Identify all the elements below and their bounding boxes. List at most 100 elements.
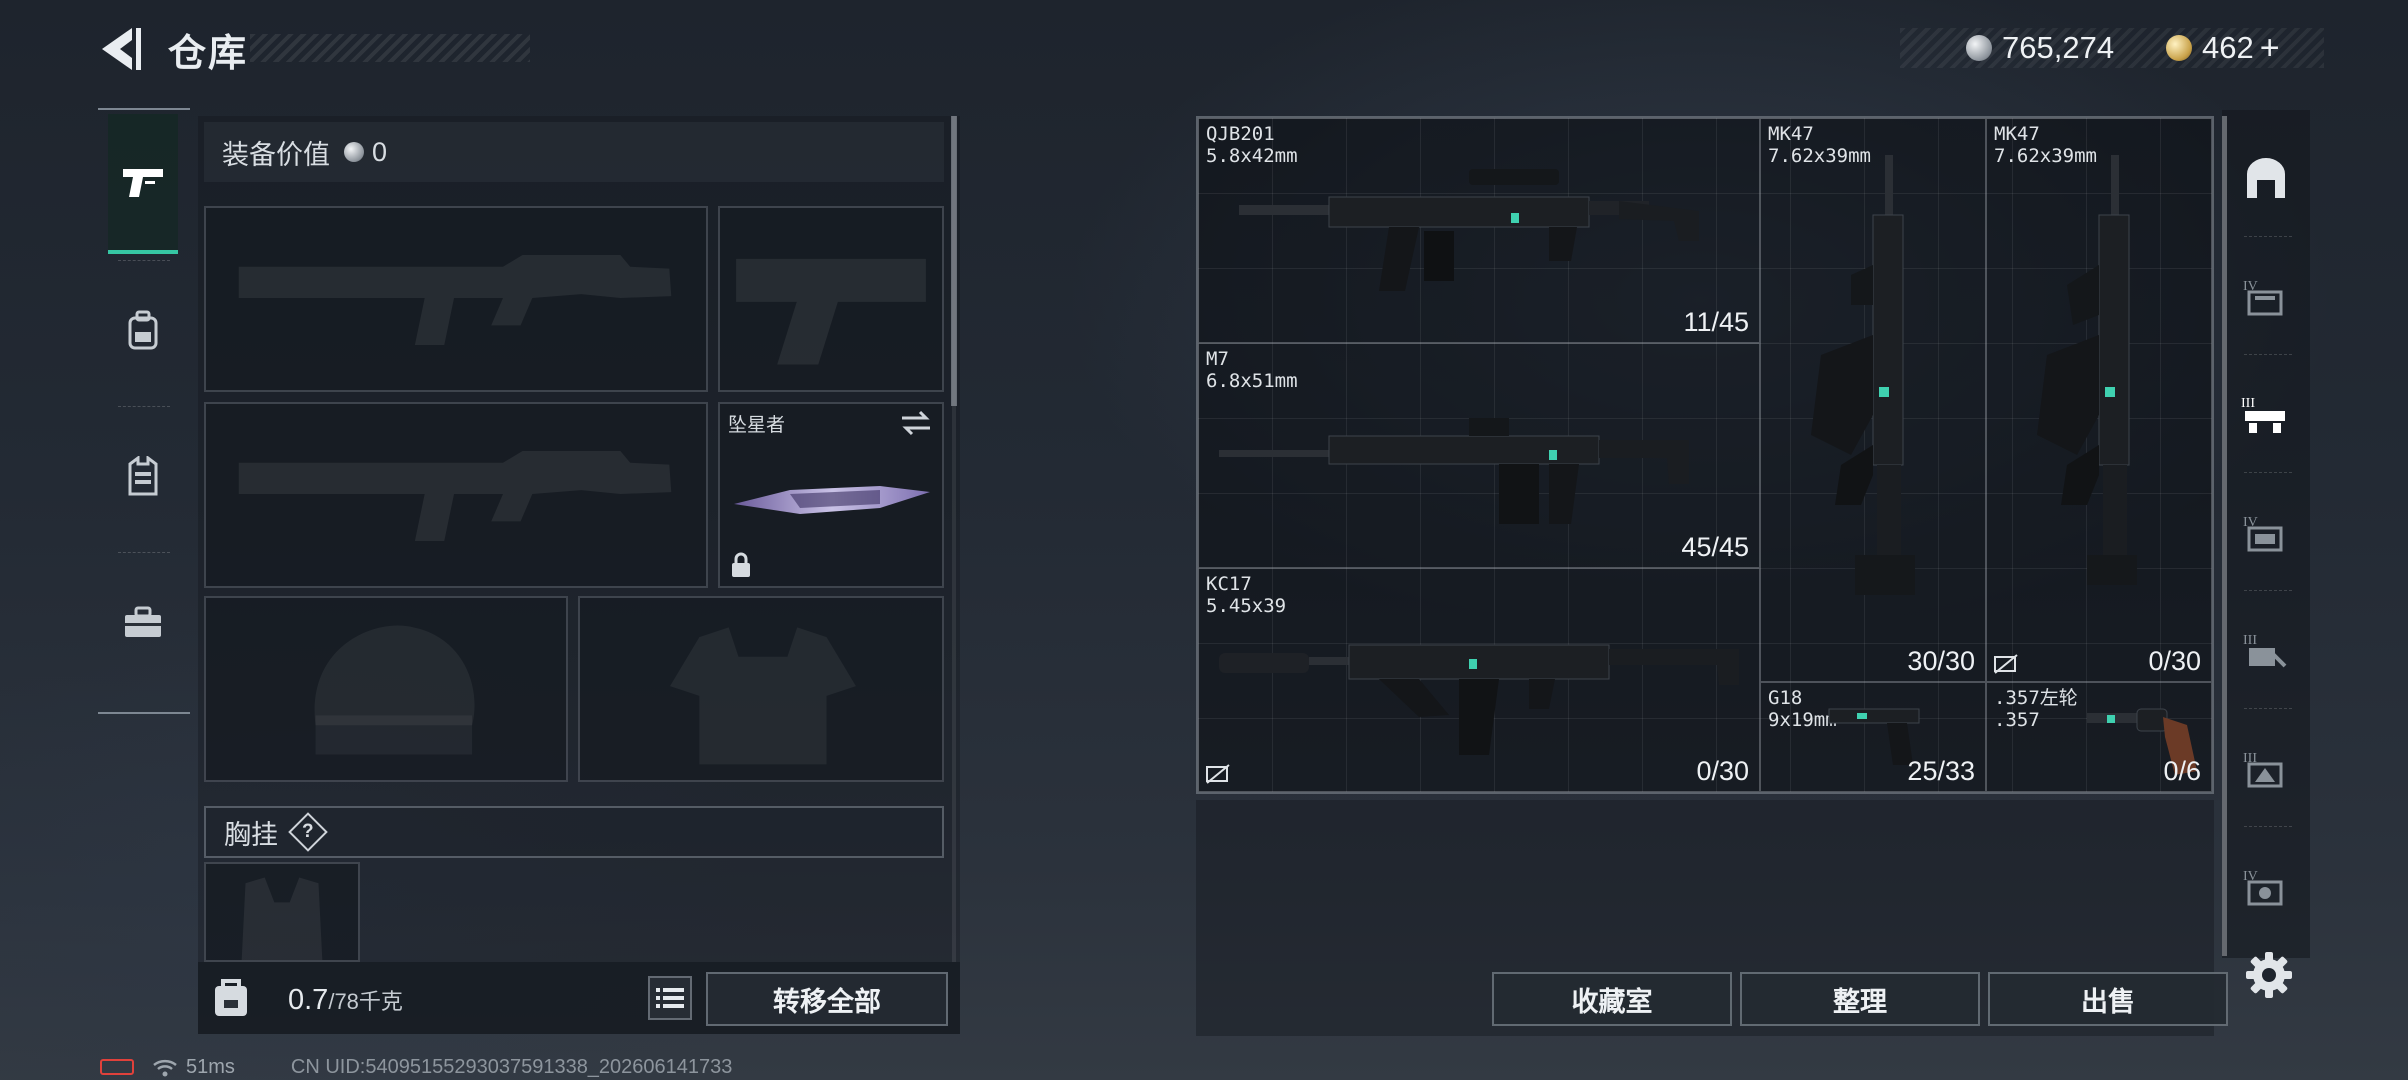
help-icon[interactable]: ?	[288, 812, 328, 852]
title-decoration	[250, 34, 530, 62]
silver-amount: 765,274	[2002, 30, 2115, 65]
nav-tab-weapons[interactable]	[108, 114, 178, 254]
mk47-rifle-icon	[1811, 155, 1915, 595]
item-ammo: 11/45	[1683, 307, 1749, 337]
svg-text:III: III	[2241, 396, 2255, 411]
helmet-placeholder-icon	[314, 625, 475, 755]
qjb201-rifle-icon	[1239, 169, 1699, 291]
mk47-rifle-icon	[2037, 155, 2137, 585]
rail-tab-storage-5[interactable]: III	[2226, 712, 2306, 824]
settings-gear-icon[interactable]	[2244, 950, 2294, 1000]
locker-icon	[2247, 158, 2285, 198]
item-name: .357左轮	[1994, 687, 2078, 709]
rifle-placeholder-icon	[238, 254, 672, 345]
pistol-placeholder-icon	[736, 258, 926, 365]
nav-tab-tools[interactable]	[108, 562, 178, 682]
rail-tab-storage-4[interactable]: III	[2226, 594, 2306, 706]
rail-tab-storage-2-active[interactable]: III	[2226, 358, 2306, 470]
weight-readout: 0.7/78千克	[288, 984, 403, 1017]
primary-weapon-slot[interactable]	[204, 206, 708, 392]
rail-tab-storage-3[interactable]: IV	[2226, 476, 2306, 588]
storage-iii-icon: III	[2243, 633, 2287, 668]
sell-button[interactable]: 出售	[1988, 972, 2228, 1026]
battery-icon	[100, 1059, 134, 1075]
storage-item-357-revolver[interactable]: .357左轮 .357 0/6	[1986, 682, 2212, 792]
uid-text: CN UID:5409515529303759133​8_20260614173…	[290, 1055, 733, 1078]
lock-icon	[732, 552, 750, 577]
chest-rig-slot[interactable]	[204, 862, 360, 962]
gold-amount: 462	[2202, 30, 2254, 65]
toolbox-icon	[125, 606, 161, 637]
nav-tab-armor[interactable]	[108, 416, 178, 536]
storage-iii-icon: III	[2241, 396, 2285, 433]
storage-item-kc17[interactable]: KC17 5.45x39 0/30	[1198, 568, 1760, 792]
loadout-category-nav	[98, 108, 190, 714]
knife-icon	[734, 486, 930, 514]
weight-max: /78千克	[328, 989, 403, 1014]
backpack-weight-icon	[215, 979, 247, 1016]
gold-coin-icon	[2166, 35, 2192, 61]
item-ammo: 25/33	[1907, 756, 1975, 786]
vest-icon	[128, 456, 158, 496]
item-name: M7	[1206, 348, 1229, 370]
silver-currency: 765,274	[1966, 28, 2114, 68]
kc17-rifle-icon	[1219, 644, 1739, 755]
transfer-all-button[interactable]: 转移全部	[706, 972, 948, 1026]
chest-rig-label: 胸挂	[224, 819, 278, 850]
silver-coin-icon	[1966, 35, 1992, 61]
sort-button[interactable]: 整理	[1740, 972, 1980, 1026]
loadout-scroll-thumb[interactable]	[951, 116, 957, 406]
item-name: MK47	[1768, 123, 1814, 145]
chest-rig-placeholder-icon	[241, 877, 323, 960]
back-arrow-icon	[102, 28, 141, 70]
rifle-placeholder-icon	[238, 450, 672, 541]
wifi-icon	[153, 1059, 177, 1077]
item-name: MK47	[1994, 123, 2040, 145]
gold-currency[interactable]: 462 +	[2166, 28, 2280, 68]
storage-iv-icon: IV	[2243, 279, 2283, 316]
backpack-icon	[128, 310, 158, 350]
rail-tab-locker[interactable]	[2226, 122, 2306, 234]
rail-tab-storage-1[interactable]: IV	[2226, 240, 2306, 352]
storage-item-qjb201[interactable]: QJB201 5.8x42mm 11/45	[1198, 118, 1760, 343]
storage-iii-icon: III	[2243, 751, 2283, 788]
equipment-value-bar: 装备价值 0	[204, 122, 944, 182]
equipment-value: 0	[372, 136, 388, 167]
ping-text: 51ms	[186, 1055, 235, 1078]
storage-item-mk47[interactable]: MK47 7.62x39mm 30/30	[1760, 118, 1986, 682]
rail-tab-storage-6[interactable]: IV	[2226, 830, 2306, 942]
svg-text:III: III	[2243, 633, 2257, 648]
helmet-slot[interactable]	[204, 596, 568, 782]
equipment-value-label: 装备价值	[222, 139, 330, 170]
silver-coin-icon	[344, 142, 364, 162]
body-armor-slot[interactable]	[578, 596, 944, 782]
armor-placeholder-icon	[670, 627, 856, 765]
status-row: 51ms CN UID:5409515529303759133​8_202606…	[100, 1054, 732, 1080]
no-ammo-icon	[1994, 654, 2018, 674]
secondary-weapon-slot[interactable]	[204, 402, 708, 588]
add-gold-button[interactable]: +	[2260, 29, 2280, 68]
storage-item-g18[interactable]: G18 9x19mm 25/33	[1760, 682, 1986, 792]
item-name: KC17	[1206, 573, 1252, 595]
item-ammo: 0/30	[1696, 756, 1749, 786]
melee-name: 坠星者	[728, 415, 786, 436]
pistol-icon	[123, 169, 163, 197]
list-view-button[interactable]	[648, 976, 692, 1020]
back-button[interactable]	[96, 24, 144, 74]
sidearm-slot[interactable]	[718, 206, 944, 392]
storage-item-m7[interactable]: M7 6.8x51mm 45/45	[1198, 343, 1760, 568]
melee-slot[interactable]: 坠星者	[718, 402, 944, 588]
m7-rifle-icon	[1219, 418, 1689, 524]
collection-room-button[interactable]: 收藏室	[1492, 972, 1732, 1026]
chest-rig-header: 胸挂 ?	[204, 806, 944, 858]
nav-tab-backpack[interactable]	[108, 270, 178, 390]
weight-current: 0.7	[288, 984, 329, 1016]
item-ammo: 0/30	[2148, 646, 2201, 676]
item-ammo: 30/30	[1907, 646, 1975, 676]
swap-icon[interactable]	[900, 410, 932, 436]
list-icon	[656, 988, 684, 1008]
item-ammo: 45/45	[1681, 532, 1749, 562]
item-caliber: .357	[1994, 709, 2040, 731]
no-ammo-icon	[1206, 764, 1230, 784]
storage-item-mk47[interactable]: MK47 7.62x39mm 0/30	[1986, 118, 2212, 682]
